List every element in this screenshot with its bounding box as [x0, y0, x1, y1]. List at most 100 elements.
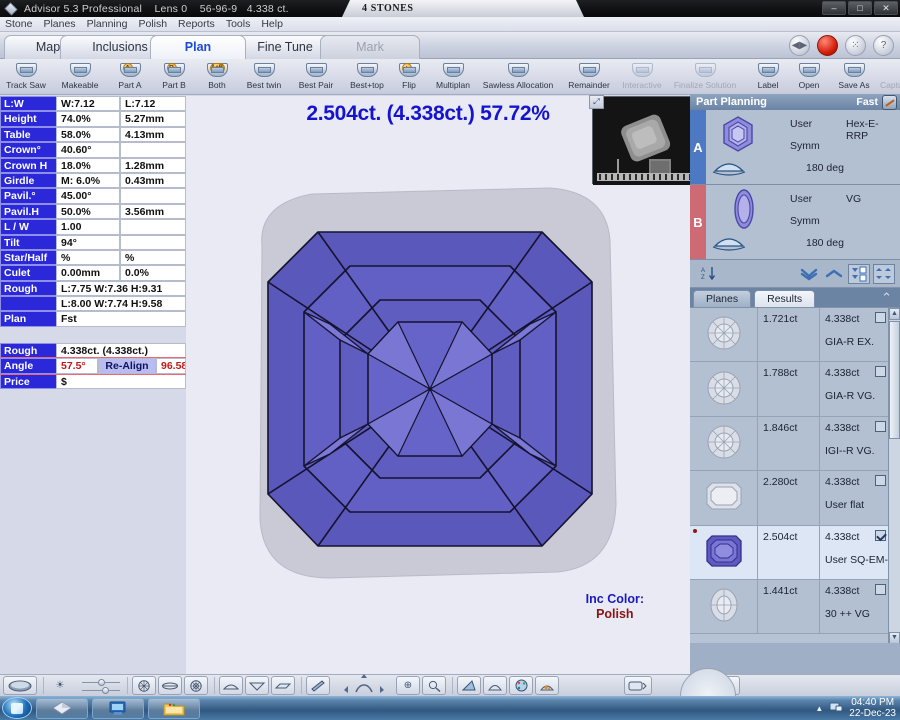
toolbar-button-save-as[interactable]: Save As — [830, 59, 878, 90]
grid-button[interactable]: ⁙ — [845, 35, 866, 56]
tab-planes[interactable]: Planes — [693, 290, 751, 307]
result-row[interactable]: 1.441ct4.338ct30 ++ VG — [690, 580, 900, 634]
zoom-fit-icon[interactable] — [422, 676, 446, 695]
chevron-down-icon[interactable] — [798, 264, 820, 284]
close-button[interactable]: ✕ — [874, 1, 898, 15]
result-checkbox[interactable] — [875, 584, 886, 595]
save-as-icon — [832, 60, 876, 80]
preview-expand-button[interactable]: ⤢ — [589, 95, 604, 109]
menu-item-stone[interactable]: Stone — [5, 18, 32, 30]
toolbar-button-best-twin[interactable]: Best twin — [238, 59, 290, 90]
tab-mark[interactable]: Mark — [320, 35, 420, 59]
taskbar-clock[interactable]: 04:40 PM 22-Dec-23 — [849, 697, 896, 719]
tray-network-icon[interactable] — [829, 701, 843, 716]
param-value-2: 1.28mm — [120, 158, 186, 173]
menu-item-planes[interactable]: Planes — [43, 18, 75, 30]
toolbar-button-track-saw[interactable]: Track Saw — [0, 59, 52, 90]
rotate-pad[interactable] — [332, 676, 396, 696]
toolbar-button-sawless-allocation[interactable]: Sawless Allocation — [480, 59, 556, 90]
pan-button[interactable]: ◀▶ — [789, 35, 810, 56]
measure-icon[interactable] — [306, 676, 330, 695]
toolbar-button-open-folder[interactable]: Open — [788, 59, 830, 90]
best-twin-icon — [240, 60, 288, 80]
param-row: Table58.0%4.13mm — [0, 127, 186, 142]
sort-az-icon[interactable]: AZ — [698, 264, 720, 284]
check-all-icon[interactable] — [848, 264, 870, 284]
result-row[interactable]: 1.721ct4.338ctGIA-R EX. — [690, 308, 900, 362]
screen-icon[interactable] — [624, 676, 652, 695]
summary-row-angle[interactable]: Angle 57.5° Re-Align 96.58% — [0, 358, 186, 373]
view-crown-icon[interactable] — [219, 676, 243, 695]
sawless-allocation-icon — [482, 60, 554, 80]
menu-item-polish[interactable]: Polish — [138, 18, 167, 30]
document-tab[interactable]: 4 STONES — [342, 0, 584, 17]
no-entry-icon[interactable] — [882, 95, 897, 110]
realign-button[interactable]: Re-Align — [98, 358, 156, 373]
taskbar-item-advisor[interactable] — [36, 698, 88, 719]
toolbar-button-part-a[interactable]: APart A — [108, 59, 152, 90]
menu-item-planning[interactable]: Planning — [87, 18, 128, 30]
result-checkbox[interactable] — [875, 475, 886, 486]
result-row[interactable]: 1.788ct4.338ctGIA-R VG. — [690, 362, 900, 416]
view-side-icon[interactable] — [158, 676, 182, 695]
toolbar-button-label: Flip — [394, 80, 424, 90]
param-key-empty — [0, 296, 56, 311]
start-button[interactable] — [2, 697, 32, 719]
minimize-button[interactable]: – — [822, 1, 846, 15]
results-scrollbar[interactable]: ▲ ▼ — [888, 308, 900, 643]
toolbar-button-makeable[interactable]: Makeable — [52, 59, 108, 90]
result-row[interactable]: 2.504ct4.338ctUser SQ-EM-G — [690, 526, 900, 580]
result-checkbox[interactable] — [875, 366, 886, 377]
toolbar-button-part-b[interactable]: BPart B — [152, 59, 196, 90]
result-checkbox[interactable] — [875, 421, 886, 432]
record-button[interactable] — [817, 35, 838, 56]
result-checkbox[interactable] — [875, 312, 886, 323]
maximize-button[interactable]: □ — [848, 1, 872, 15]
taskbar-item-display[interactable] — [92, 698, 144, 719]
chevron-up-icon[interactable] — [823, 264, 845, 284]
expand-grid-icon[interactable] — [873, 264, 895, 284]
tray-arrow-icon[interactable]: ▲ — [815, 704, 823, 713]
scrollbar-thumb[interactable] — [889, 321, 900, 439]
camera-preview[interactable]: ⤢ — [592, 96, 698, 184]
menu-item-help[interactable]: Help — [261, 18, 283, 30]
scroll-up-button[interactable]: ▲ — [889, 308, 900, 320]
plan-row-b[interactable]: B User VG Symm 180 deg — [690, 185, 900, 260]
plan-a-body: User Hex-E-RRP Symm 180 deg — [706, 110, 900, 184]
view-wire-icon[interactable] — [184, 676, 208, 695]
param-value-2: 4.13mm — [120, 127, 186, 142]
result-row[interactable]: 1.846ct4.338ctIGI--R VG. — [690, 417, 900, 471]
collapse-panel-icon[interactable]: ⌃ — [881, 290, 892, 306]
palette-icon[interactable] — [509, 676, 533, 695]
scroll-down-button[interactable]: ▼ — [889, 632, 900, 643]
taskbar-item-explorer[interactable] — [148, 698, 200, 719]
menu-item-reports[interactable]: Reports — [178, 18, 215, 30]
plan-row-a[interactable]: A User Hex-E-RRP Symm 180 deg — [690, 110, 900, 185]
result-checkbox[interactable] — [875, 530, 886, 541]
tab-plan[interactable]: Plan — [150, 35, 246, 59]
toolbar-button-remainder[interactable]: Remainder — [562, 59, 616, 90]
light-icon[interactable] — [457, 676, 481, 695]
toolbar-button-best-top[interactable]: Best+top — [342, 59, 392, 90]
view-top-icon[interactable] — [132, 676, 156, 695]
summary-rough-label: Rough — [0, 343, 56, 358]
inclusion-icon[interactable] — [535, 676, 559, 695]
shape-icon[interactable] — [483, 676, 507, 695]
menu-item-tools[interactable]: Tools — [226, 18, 251, 30]
toolbar-button-best-pair[interactable]: Best Pair — [290, 59, 342, 90]
view-pavilion-icon[interactable] — [245, 676, 269, 695]
toolbar-button-label[interactable]: Label — [748, 59, 788, 90]
gem-render[interactable] — [220, 174, 640, 594]
help-button[interactable]: ? — [873, 35, 894, 56]
param-value-1: 58.0% — [56, 127, 120, 142]
view-girdle-icon[interactable] — [271, 676, 295, 695]
results-list[interactable]: 1.721ct4.338ctGIA-R EX.1.788ct4.338ctGIA… — [690, 307, 900, 643]
view-gem-icon[interactable] — [3, 676, 37, 695]
toolbar-button-flip[interactable]: ↕Flip — [392, 59, 426, 90]
zoom-in-icon[interactable]: ⊕ — [396, 676, 420, 695]
toolbar-button-multiplan[interactable]: Multiplan — [426, 59, 480, 90]
result-row[interactable]: 2.280ct4.338ctUser flat — [690, 471, 900, 525]
tab-results[interactable]: Results — [754, 290, 815, 307]
brightness-slider[interactable] — [74, 677, 120, 695]
toolbar-button-both[interactable]: A+BBoth — [196, 59, 238, 90]
